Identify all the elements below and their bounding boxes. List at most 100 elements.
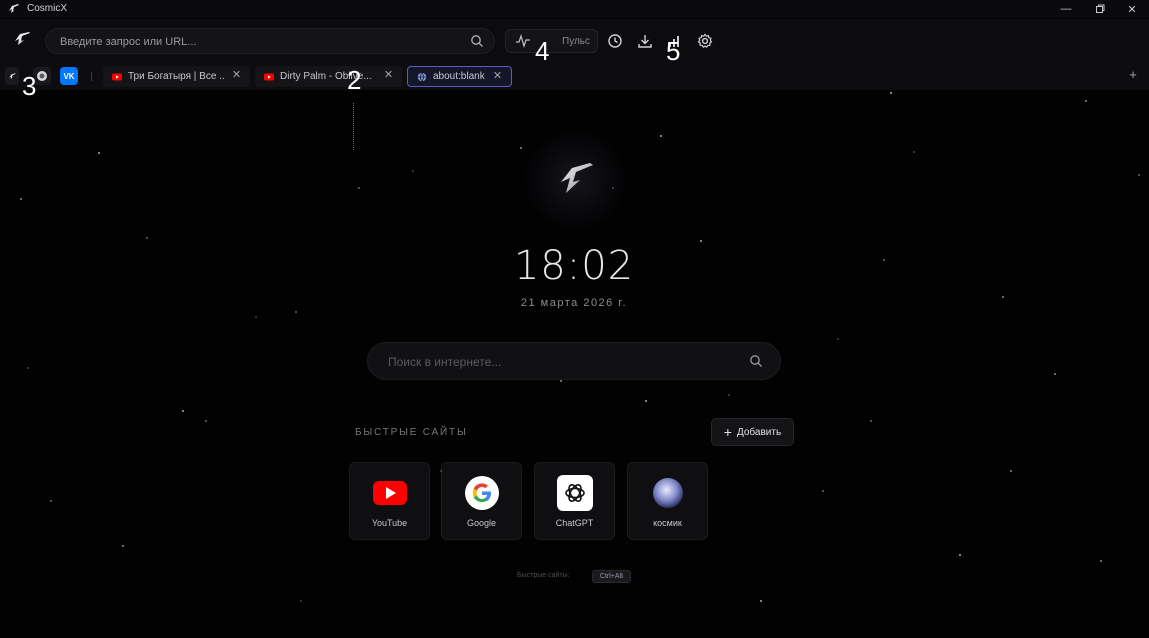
plus-icon: + [723, 424, 732, 440]
close-tab-icon[interactable]: ✕ [231, 70, 242, 81]
pulse-label: Пульс [562, 35, 591, 47]
drag-guide [353, 103, 355, 150]
cosmicx-icon [8, 72, 16, 79]
title-bar [0, 0, 1149, 18]
tab-separator [91, 72, 92, 81]
star [1002, 296, 1004, 298]
google-icon [465, 476, 499, 510]
planet-icon [653, 478, 683, 508]
star [440, 470, 442, 472]
vk-icon: VK [63, 71, 75, 81]
search-icon[interactable] [470, 34, 484, 48]
close-tab-icon[interactable]: ✕ [383, 70, 394, 81]
maximize-button[interactable] [1083, 0, 1117, 18]
shortcut-hint: Быстрые сайты: [517, 572, 570, 579]
cosmicx-home-icon[interactable] [12, 29, 32, 49]
star [50, 500, 52, 502]
star [20, 198, 22, 200]
tab-about-blank[interactable]: about:blank ✕ [407, 66, 512, 87]
site-label: YouTube [371, 518, 408, 528]
star [870, 420, 872, 422]
new-tab-button[interactable]: + [1127, 68, 1139, 82]
star [1100, 560, 1102, 562]
close-tab-icon[interactable]: ✕ [492, 71, 503, 82]
youtube-icon [373, 481, 407, 505]
annotation-2: 2 [347, 65, 362, 95]
star [728, 394, 730, 396]
close-window-button[interactable]: ✕ [1115, 0, 1149, 18]
star [122, 545, 124, 547]
url-input[interactable] [58, 29, 462, 55]
tab-youtube-bogatyri[interactable]: Три Богатыря | Все ... ✕ [103, 66, 250, 87]
activity-icon [516, 34, 530, 48]
restore-icon [1096, 4, 1105, 13]
annotation-5: 5 [666, 36, 681, 66]
site-label: космик [653, 518, 682, 528]
minimize-button[interactable]: — [1049, 0, 1083, 18]
tab-title: about:blank [433, 71, 485, 82]
add-site-label: Добавить [736, 426, 782, 438]
date: 21 марта 2026 г. [520, 297, 628, 309]
star [182, 410, 184, 412]
star [822, 490, 824, 492]
quick-site-youtube[interactable]: YouTube [349, 462, 430, 540]
chatgpt-icon [557, 475, 593, 511]
address-bar[interactable] [45, 28, 495, 55]
cosmicx-logo-icon [561, 163, 593, 193]
star [205, 420, 207, 422]
clock: 18:02 [513, 243, 635, 289]
star [890, 92, 892, 94]
star [760, 600, 762, 602]
history-icon[interactable] [607, 33, 623, 49]
star [913, 151, 915, 153]
star [146, 237, 148, 239]
pinned-tab-vk[interactable]: VK [60, 67, 78, 85]
star [300, 600, 302, 602]
star [660, 135, 662, 137]
annotation-3: 3 [22, 71, 37, 101]
youtube-icon [264, 73, 274, 80]
close-icon: ✕ [1127, 3, 1137, 16]
quick-site-cosmik[interactable]: космик [627, 462, 708, 540]
star [27, 367, 29, 369]
settings-icon[interactable] [697, 33, 713, 49]
star [1010, 470, 1012, 472]
tab-youtube-dirty-palm[interactable]: Dirty Palm - Oblive... ✕ [255, 66, 402, 87]
tab-title: Dirty Palm - Oblive... [280, 71, 372, 82]
star [358, 187, 360, 189]
star [700, 240, 702, 242]
main-search-input[interactable] [386, 343, 740, 381]
pinned-tab-cosmicx[interactable] [5, 67, 19, 85]
plus-icon: + [1129, 67, 1137, 82]
add-site-button[interactable]: + Добавить [711, 418, 794, 446]
star [1138, 174, 1140, 176]
annotation-4: 4 [535, 36, 550, 66]
pulse-button[interactable]: Пульс [505, 29, 598, 53]
star [645, 400, 647, 402]
star [883, 259, 885, 261]
cosmicx-logo-icon [9, 4, 19, 13]
star [612, 187, 614, 189]
star [837, 338, 839, 340]
star [520, 147, 522, 149]
star [98, 152, 100, 154]
star [1085, 100, 1087, 102]
search-icon[interactable] [749, 354, 763, 368]
site-label: Google [466, 518, 497, 528]
tab-title: Три Богатыря | Все ... [128, 71, 224, 82]
star [412, 170, 414, 172]
globe-icon [417, 71, 427, 82]
youtube-icon [112, 73, 122, 80]
minimize-icon: — [1060, 3, 1072, 15]
app-title: CosmicX [27, 3, 68, 14]
site-label: ChatGPT [555, 518, 594, 528]
quick-sites-heading: БЫСТРЫЕ САЙТЫ [355, 427, 468, 438]
main-search-bar[interactable] [367, 342, 781, 381]
quick-site-chatgpt[interactable]: ChatGPT [534, 462, 615, 540]
download-icon[interactable] [637, 33, 653, 49]
star [560, 380, 562, 382]
star [295, 311, 297, 313]
star [959, 554, 961, 556]
quick-site-google[interactable]: Google [441, 462, 522, 540]
star [255, 316, 257, 318]
